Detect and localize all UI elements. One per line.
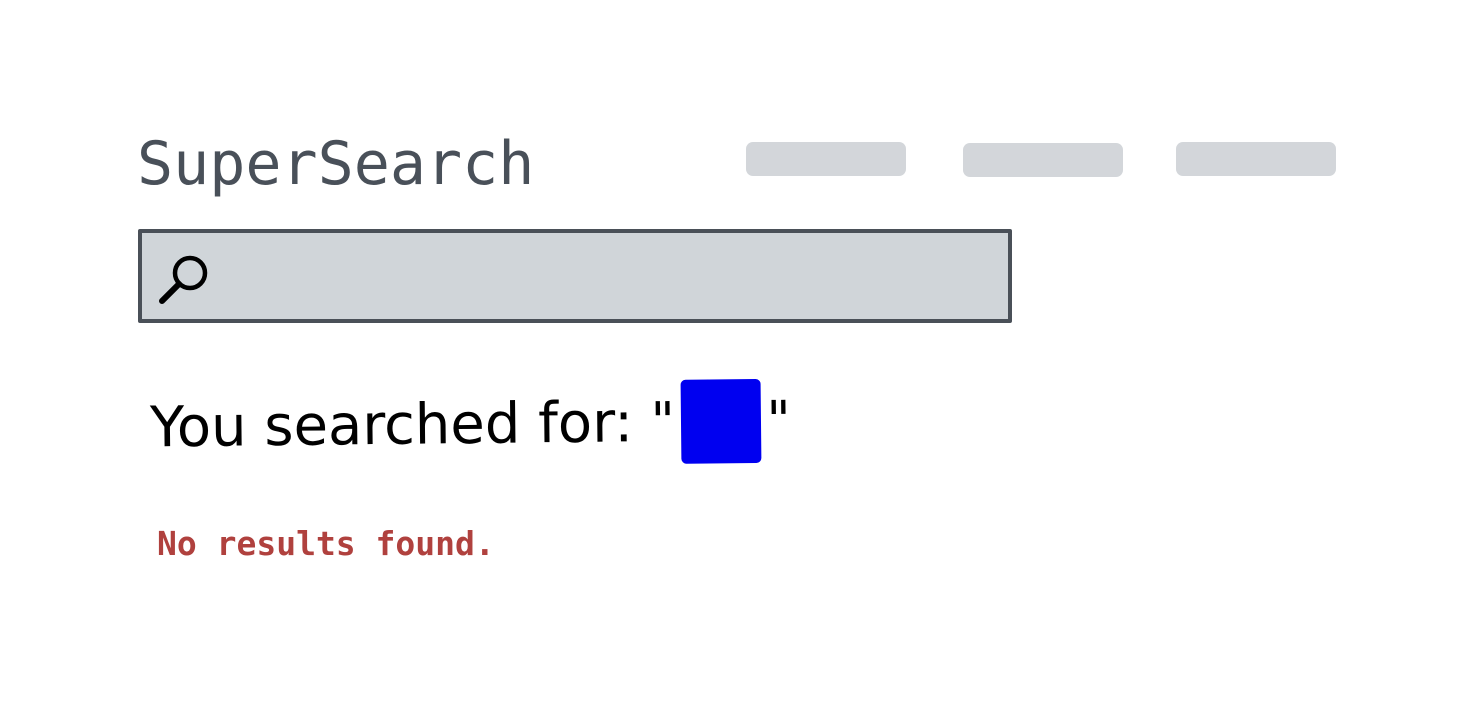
nav-item-1[interactable] [746,142,906,176]
quote-close: " [766,390,791,451]
quote-open: " [650,391,676,453]
no-results-message: No results found. [157,524,495,563]
searched-for-line: You searched for: " " [150,373,792,476]
search-query-display [680,378,762,464]
search-bar[interactable] [138,229,1012,323]
app-title: SuperSearch [137,129,535,199]
search-input[interactable] [226,243,990,311]
nav-item-2[interactable] [963,143,1123,177]
searched-for-label: You searched for: [149,389,652,460]
search-icon [159,255,208,304]
nav-item-3[interactable] [1176,142,1336,176]
